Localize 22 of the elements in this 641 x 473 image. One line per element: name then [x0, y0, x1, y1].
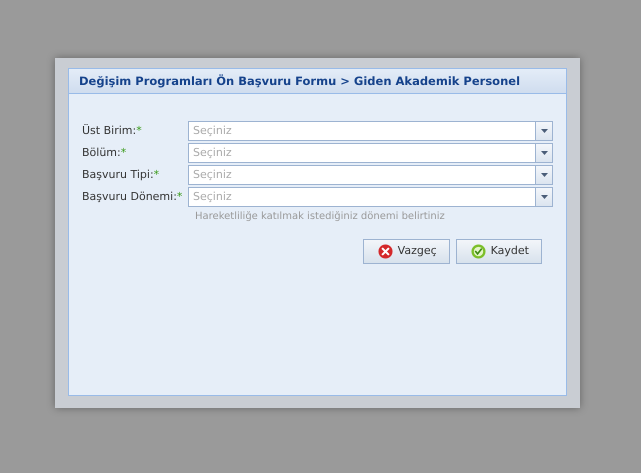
dropdown-field[interactable]: Seçiniz	[188, 187, 535, 207]
caret-icon	[540, 151, 548, 155]
cancel-button[interactable]: Vazgeç	[362, 239, 450, 264]
hint-text: Hareketliliğe katılmak istediğiniz dönemi belirtiniz	[195, 210, 446, 224]
dropdown-field[interactable]: Seçiniz	[188, 165, 535, 185]
dropdown-trigger[interactable]	[535, 187, 553, 207]
cancel-icon	[378, 244, 393, 259]
dropdown-trigger[interactable]	[535, 121, 553, 141]
check-icon	[470, 244, 486, 259]
field-label: Başvuru Tipi:*	[82, 166, 160, 183]
caret-icon	[540, 195, 548, 199]
save-button[interactable]: Kaydet	[456, 239, 542, 264]
caret-icon	[540, 173, 548, 177]
caret-icon	[540, 129, 548, 133]
field-label: Bölüm:*	[82, 144, 128, 161]
dropdown-field[interactable]: Seçiniz	[188, 121, 535, 141]
dialog-title: Değişim Programları Ön Başvuru Formu > Giden Akademik Personel	[69, 69, 566, 94]
dropdown-trigger[interactable]	[535, 165, 553, 185]
field-label: Üst Birim:*	[82, 122, 143, 139]
dropdown-field[interactable]: Seçiniz	[188, 143, 535, 163]
field-label: Başvuru Dönemi:*	[82, 188, 184, 205]
dropdown-trigger[interactable]	[535, 143, 553, 163]
